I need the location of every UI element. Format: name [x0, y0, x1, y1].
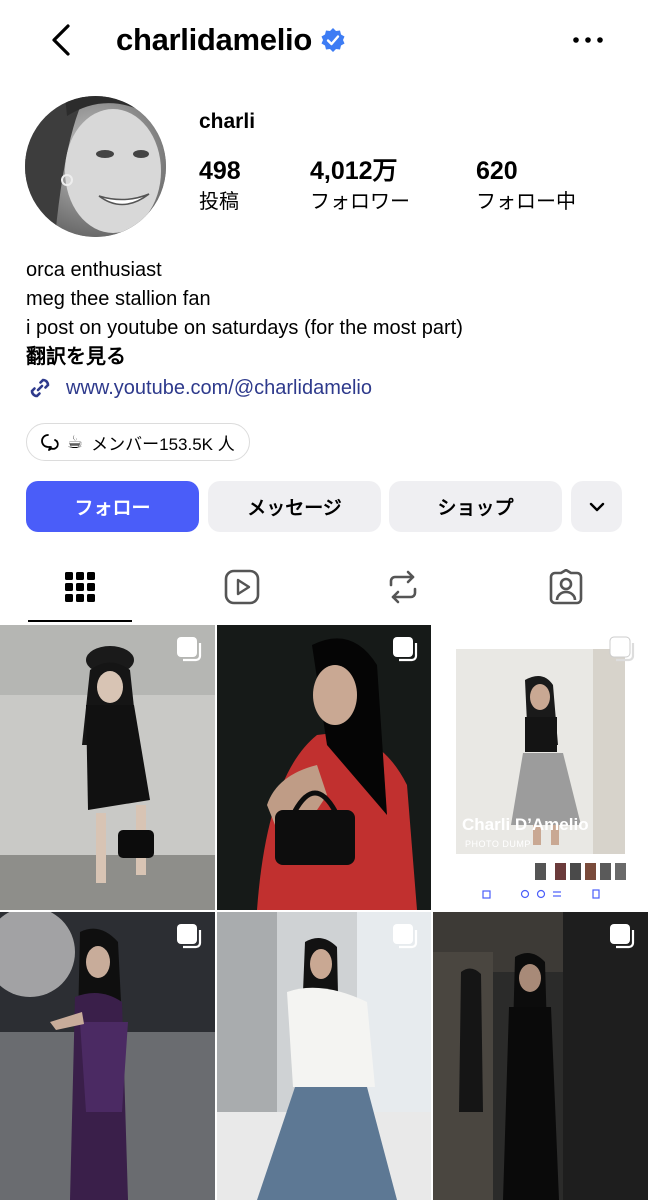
post-photo [0, 625, 215, 910]
verified-badge-icon [321, 28, 345, 52]
profile-header: charlidamelio [0, 0, 648, 84]
chevron-left-icon [52, 24, 70, 56]
channel-members-text: メンバー153.5K 人 [91, 434, 235, 454]
post-thumbnail[interactable] [433, 912, 648, 1200]
translate-link[interactable]: 翻訳を見る [26, 343, 626, 372]
posts-label: 投稿 [199, 191, 239, 213]
posts-grid [0, 625, 648, 1200]
post-thumbnail[interactable] [0, 625, 215, 910]
carousel-icon [393, 924, 418, 949]
more-horizontal-icon [573, 37, 603, 43]
stat-posts[interactable]: 498 投稿 [199, 156, 241, 216]
chevron-down-icon [589, 502, 604, 511]
coffee-emoji: ☕ [67, 431, 84, 452]
back-button[interactable] [44, 20, 80, 60]
bio-link[interactable]: www.youtube.com/@charlidamelio [26, 372, 372, 404]
post-thumbnail[interactable] [217, 625, 431, 910]
reels-icon [224, 569, 260, 605]
tagged-icon [549, 569, 583, 605]
bio-line: i post on youtube on saturdays (for the … [26, 317, 463, 339]
posts-count: 498 [199, 157, 241, 185]
carousel-icon [610, 924, 635, 949]
carousel-icon [609, 636, 635, 662]
following-count: 620 [476, 157, 518, 185]
post-photo [217, 625, 431, 910]
carousel-icon [393, 637, 418, 662]
bio-line: meg thee stallion fan [26, 288, 211, 310]
tab-reposts[interactable] [323, 552, 483, 622]
tab-reels[interactable] [162, 552, 322, 622]
following-label: フォロー中 [476, 191, 576, 213]
avatar-photo [25, 96, 166, 237]
message-button[interactable]: メッセージ [208, 481, 381, 532]
tab-tagged[interactable] [486, 552, 646, 622]
post-photo [0, 912, 215, 1200]
post-thumbnail[interactable] [217, 912, 431, 1200]
bio: orca enthusiast meg thee stallion fan i … [26, 256, 626, 372]
post-thumbnail[interactable] [433, 625, 648, 910]
more-options-button[interactable] [568, 24, 608, 56]
profile-avatar[interactable] [25, 96, 166, 237]
post-thumbnail[interactable] [0, 912, 215, 1200]
post-photo [433, 912, 648, 1200]
suggested-accounts-button[interactable] [571, 481, 622, 532]
post-photo [433, 625, 648, 910]
profile-tabs [0, 552, 648, 622]
display-name: charli [199, 110, 256, 133]
carousel-icon [177, 924, 202, 949]
username-wrap: charlidamelio [116, 18, 346, 62]
broadcast-channel-chip[interactable]: ☕ メンバー153.5K 人 [26, 423, 250, 461]
post-overlay-title: Charli D’Amelio [462, 815, 589, 834]
tab-posts[interactable] [0, 552, 160, 622]
followers-count: 4,012万 [310, 157, 398, 185]
link-icon [30, 378, 50, 398]
stat-following[interactable]: 620 フォロー中 [476, 156, 576, 216]
stat-followers[interactable]: 4,012万 フォロワー [310, 156, 410, 216]
username: charlidamelio [116, 22, 312, 57]
bio-line: orca enthusiast [26, 259, 162, 281]
active-tab-indicator [28, 620, 132, 622]
grid-icon [65, 572, 95, 602]
link-url[interactable]: www.youtube.com/@charlidamelio [66, 377, 372, 400]
post-overlay-subtitle: PHOTO DUMP [465, 839, 531, 849]
repost-icon [389, 570, 417, 604]
broadcast-channel-icon [41, 434, 59, 451]
post-photo [217, 912, 431, 1200]
follow-button[interactable]: フォロー [26, 481, 199, 532]
followers-label: フォロワー [310, 191, 410, 213]
carousel-icon [177, 637, 202, 662]
shop-button[interactable]: ショップ [389, 481, 562, 532]
